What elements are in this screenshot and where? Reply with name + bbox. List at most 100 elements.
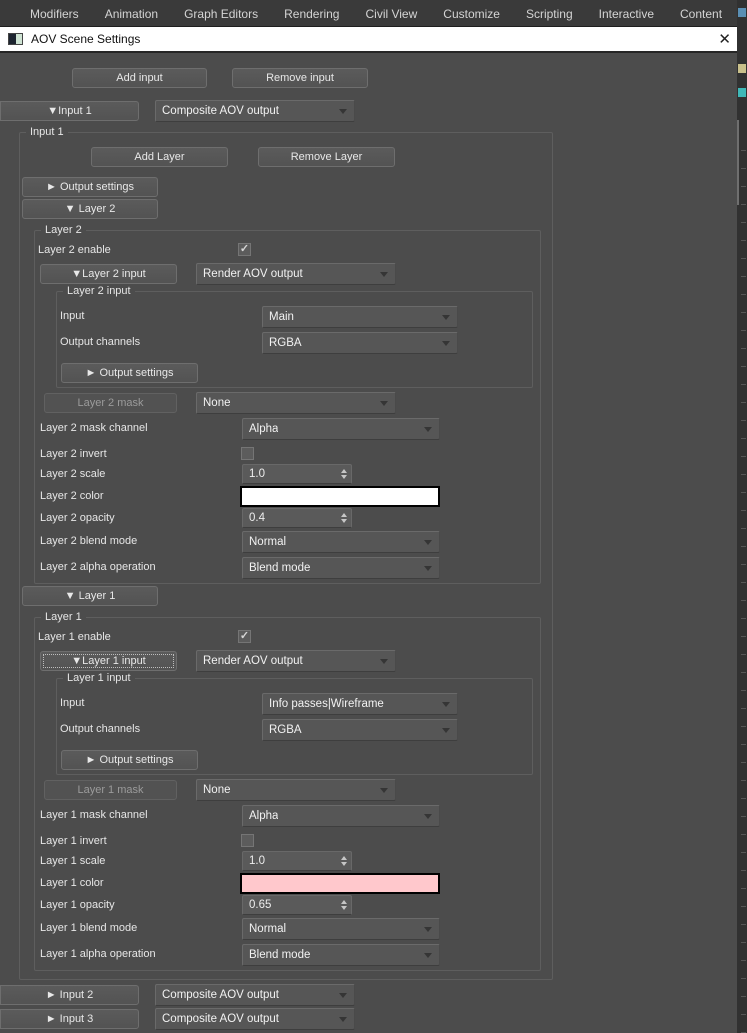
input3-toggle-button[interactable]: ► Input 3 — [0, 1009, 139, 1029]
dropdown-value: Composite AOV output — [162, 989, 279, 1001]
input2-toggle-button[interactable]: ► Input 2 — [0, 985, 139, 1005]
input1-toggle-button[interactable]: ▼Input 1 — [0, 101, 139, 121]
input3-type-dropdown[interactable]: Composite AOV output — [155, 1008, 355, 1030]
layer1-invert-checkbox[interactable] — [241, 834, 254, 847]
layer1-scale-spinner[interactable]: 1.0 — [242, 851, 352, 871]
layer2-input-toggle-button[interactable]: ▼Layer 2 input — [40, 264, 177, 284]
chevron-down-icon — [380, 272, 388, 277]
chevron-down-icon — [442, 341, 450, 346]
add-layer-button[interactable]: Add Layer — [91, 147, 228, 167]
input1-output-settings-button[interactable]: ► Output settings — [22, 177, 158, 197]
layer2-scale-spinner[interactable]: 1.0 — [242, 464, 352, 484]
dropdown-value: Alpha — [249, 810, 279, 822]
menu-item-rendering[interactable]: Rendering — [284, 7, 339, 21]
layer1-enable-checkbox[interactable]: ✓ — [238, 630, 251, 643]
layer2-mask-dropdown[interactable]: None — [196, 392, 396, 414]
layer1-color-swatch[interactable] — [240, 873, 440, 894]
layer1-mask-dropdown[interactable]: None — [196, 779, 396, 801]
layer2-invert-label: Layer 2 invert — [40, 448, 107, 460]
layer2-output-settings-button[interactable]: ► Output settings — [61, 363, 198, 383]
remove-input-button[interactable]: Remove input — [232, 68, 368, 88]
layer2-input-group: Layer 2 input Input Main Output channels… — [56, 285, 533, 388]
spinner-arrows-icon[interactable] — [337, 856, 351, 866]
layer1-color-label: Layer 1 color — [40, 877, 104, 889]
dialog-titlebar[interactable]: AOV Scene Settings ✕ — [0, 27, 747, 53]
layer1-output-settings-button[interactable]: ► Output settings — [61, 750, 198, 770]
dropdown-value: RGBA — [269, 724, 302, 736]
layer2-output-channels-dropdown[interactable]: RGBA — [262, 332, 458, 354]
menu-item-modifiers[interactable]: Modifiers — [30, 7, 79, 21]
layer2-input-dropdown[interactable]: Main — [262, 306, 458, 328]
menu-bar: Modifiers Animation Graph Editors Render… — [0, 0, 747, 27]
layer2-alpha-operation-label: Layer 2 alpha operation — [40, 561, 156, 573]
dropdown-value: Blend mode — [249, 949, 311, 961]
menu-item-animation[interactable]: Animation — [105, 7, 158, 21]
layer2-enable-label: Layer 2 enable — [38, 244, 111, 256]
output-channels-label: Output channels — [60, 336, 141, 348]
layer1-enable-label: Layer 1 enable — [38, 631, 111, 643]
chevron-down-icon — [424, 953, 432, 958]
layer2-alpha-operation-dropdown[interactable]: Blend mode — [242, 557, 440, 579]
layer2-scale-label: Layer 2 scale — [40, 468, 106, 480]
group-label: Input 1 — [26, 126, 68, 138]
dropdown-value: RGBA — [269, 337, 302, 349]
input1-type-dropdown[interactable]: Composite AOV output — [155, 100, 355, 122]
layer1-toggle-button[interactable]: ▼ Layer 1 — [22, 586, 158, 606]
layer2-toggle-button[interactable]: ▼ Layer 2 — [22, 199, 158, 219]
spinner-arrows-icon[interactable] — [337, 513, 351, 523]
input1-group: Input 1 Add Layer Remove Layer ► Output … — [19, 126, 553, 980]
dropdown-value: Render AOV output — [203, 655, 303, 667]
menu-item-content[interactable]: Content — [680, 7, 722, 21]
spinner-arrows-icon[interactable] — [337, 469, 351, 479]
layer2-color-label: Layer 2 color — [40, 490, 104, 502]
layer1-output-channels-dropdown[interactable]: RGBA — [262, 719, 458, 741]
layer1-input-type-dropdown[interactable]: Render AOV output — [196, 650, 396, 672]
add-input-button[interactable]: Add input — [72, 68, 207, 88]
scrollbar-thumb[interactable] — [737, 120, 739, 205]
layer2-blend-mode-dropdown[interactable]: Normal — [242, 531, 440, 553]
dropdown-value: None — [203, 784, 231, 796]
spinner-arrows-icon[interactable] — [337, 900, 351, 910]
layer1-mask-channel-label: Layer 1 mask channel — [40, 809, 148, 821]
menu-item-scripting[interactable]: Scripting — [526, 7, 573, 21]
dropdown-value: Composite AOV output — [162, 1013, 279, 1025]
layer2-enable-checkbox[interactable]: ✓ — [238, 243, 251, 256]
layer2-opacity-spinner[interactable]: 0.4 — [242, 508, 352, 528]
menu-item-interactive[interactable]: Interactive — [599, 7, 654, 21]
close-button[interactable]: ✕ — [718, 30, 731, 48]
layer1-input-dropdown[interactable]: Info passes|Wireframe — [262, 693, 458, 715]
input2-type-dropdown[interactable]: Composite AOV output — [155, 984, 355, 1006]
output-channels-label: Output channels — [60, 723, 141, 735]
chevron-down-icon — [380, 659, 388, 664]
layer1-scale-label: Layer 1 scale — [40, 855, 106, 867]
layer1-input-toggle-button[interactable]: ▼Layer 1 input — [40, 651, 177, 671]
dropdown-value: Blend mode — [249, 562, 311, 574]
remove-layer-button[interactable]: Remove Layer — [258, 147, 395, 167]
spinner-value: 0.65 — [249, 899, 272, 911]
layer2-invert-checkbox[interactable] — [241, 447, 254, 460]
dropdown-value: Info passes|Wireframe — [269, 698, 384, 710]
layer1-mask-channel-dropdown[interactable]: Alpha — [242, 805, 440, 827]
menu-item-graph-editors[interactable]: Graph Editors — [184, 7, 258, 21]
menu-item-civil-view[interactable]: Civil View — [365, 7, 417, 21]
dropdown-value: Main — [269, 311, 294, 323]
layer1-opacity-spinner[interactable]: 0.65 — [242, 895, 352, 915]
dropdown-value: Alpha — [249, 423, 279, 435]
layer2-color-swatch[interactable] — [240, 486, 440, 507]
layer2-mask-channel-label: Layer 2 mask channel — [40, 422, 148, 434]
group-label: Layer 2 — [41, 224, 86, 236]
chevron-down-icon — [442, 702, 450, 707]
layer2-mask-channel-dropdown[interactable]: Alpha — [242, 418, 440, 440]
chevron-down-icon — [424, 814, 432, 819]
check-icon: ✓ — [239, 630, 250, 642]
menu-item-customize[interactable]: Customize — [443, 7, 500, 21]
layer1-alpha-operation-dropdown[interactable]: Blend mode — [242, 944, 440, 966]
layer1-blend-mode-dropdown[interactable]: Normal — [242, 918, 440, 940]
chevron-down-icon — [339, 109, 347, 114]
layer1-input-group: Layer 1 input Input Info passes|Wirefram… — [56, 672, 533, 775]
group-label: Layer 1 input — [63, 672, 135, 684]
layer1-blend-mode-label: Layer 1 blend mode — [40, 922, 138, 934]
layer2-input-type-dropdown[interactable]: Render AOV output — [196, 263, 396, 285]
layer1-group: Layer 1 Layer 1 enable ✓ ▼Layer 1 input … — [34, 611, 541, 971]
layer1-opacity-label: Layer 1 opacity — [40, 899, 115, 911]
